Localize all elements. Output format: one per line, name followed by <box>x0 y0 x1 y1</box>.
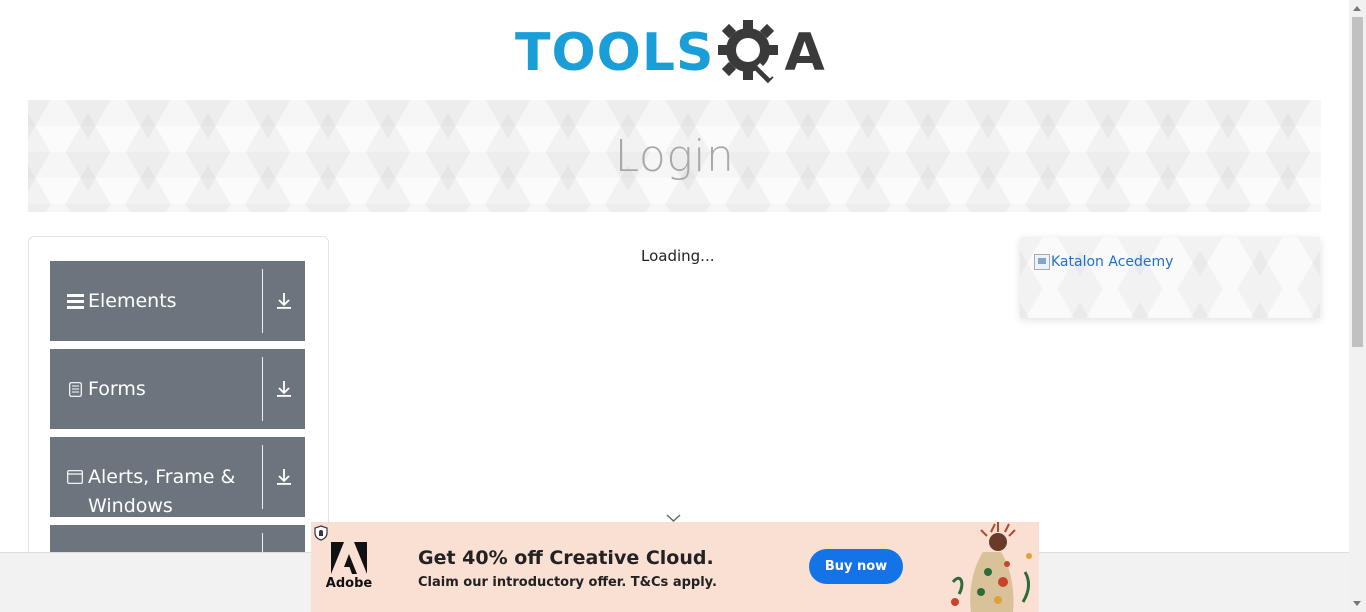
buy-now-button[interactable]: Buy now <box>809 549 903 584</box>
sidebar-group-label: Elements <box>88 290 177 312</box>
logo-text-tools: TOOLS <box>515 23 715 83</box>
logo-gear-q-icon <box>716 16 786 90</box>
download-icon[interactable] <box>263 349 305 429</box>
sidebar-group-alerts[interactable]: Alerts, Frame & Windows <box>50 437 305 517</box>
adobe-logo: Adobe <box>326 542 372 594</box>
sidebar-group-label: Alerts, Frame & Windows <box>88 466 236 517</box>
page-scrollbar[interactable] <box>1349 0 1366 612</box>
window-icon <box>66 468 84 486</box>
ad-headline: Get 40% off Creative Cloud. <box>418 547 714 569</box>
sidebar-group-label: Forms <box>88 378 146 400</box>
adobe-brand-text: Adobe <box>325 576 373 591</box>
adobe-ad-banner[interactable]: Adobe Get 40% off Creative Cloud. Claim … <box>311 522 1039 612</box>
scroll-up-arrow-icon[interactable] <box>1353 6 1361 11</box>
loading-text: Loading... <box>641 247 715 265</box>
download-icon[interactable] <box>263 261 305 341</box>
katalon-ad-image[interactable]: Katalon Acedemy <box>1034 254 1173 270</box>
scroll-down-arrow-icon[interactable] <box>1353 601 1361 606</box>
ad-subtext: Claim our introductory offer. T&Cs apply… <box>418 575 717 590</box>
document-icon <box>66 380 84 398</box>
logo-text-a: A <box>784 23 825 83</box>
download-icon[interactable] <box>263 437 305 517</box>
ad-artwork-image <box>943 522 1039 612</box>
toolsqa-logo[interactable]: TOOLS A <box>515 14 840 92</box>
broken-image-icon <box>1034 254 1050 270</box>
adobe-a-icon <box>331 542 367 574</box>
hamburger-icon <box>66 292 84 310</box>
katalon-ad[interactable]: Katalon Acedemy <box>1020 237 1320 318</box>
page-banner: Login <box>28 100 1321 212</box>
sidebar-group-elements[interactable]: Elements <box>50 261 305 341</box>
sidebar-panel: Elements Forms Alerts, Frame & Windows <box>28 236 329 566</box>
sidebar-group-forms[interactable]: Forms <box>50 349 305 429</box>
privacy-shield-icon[interactable] <box>314 525 328 541</box>
scrollbar-thumb[interactable] <box>1352 17 1363 347</box>
katalon-ad-alt: Katalon Acedemy <box>1051 254 1174 270</box>
page: TOOLS A Login Elements Forms Alerts, Fra… <box>0 0 1366 612</box>
page-title: Login <box>614 130 735 182</box>
